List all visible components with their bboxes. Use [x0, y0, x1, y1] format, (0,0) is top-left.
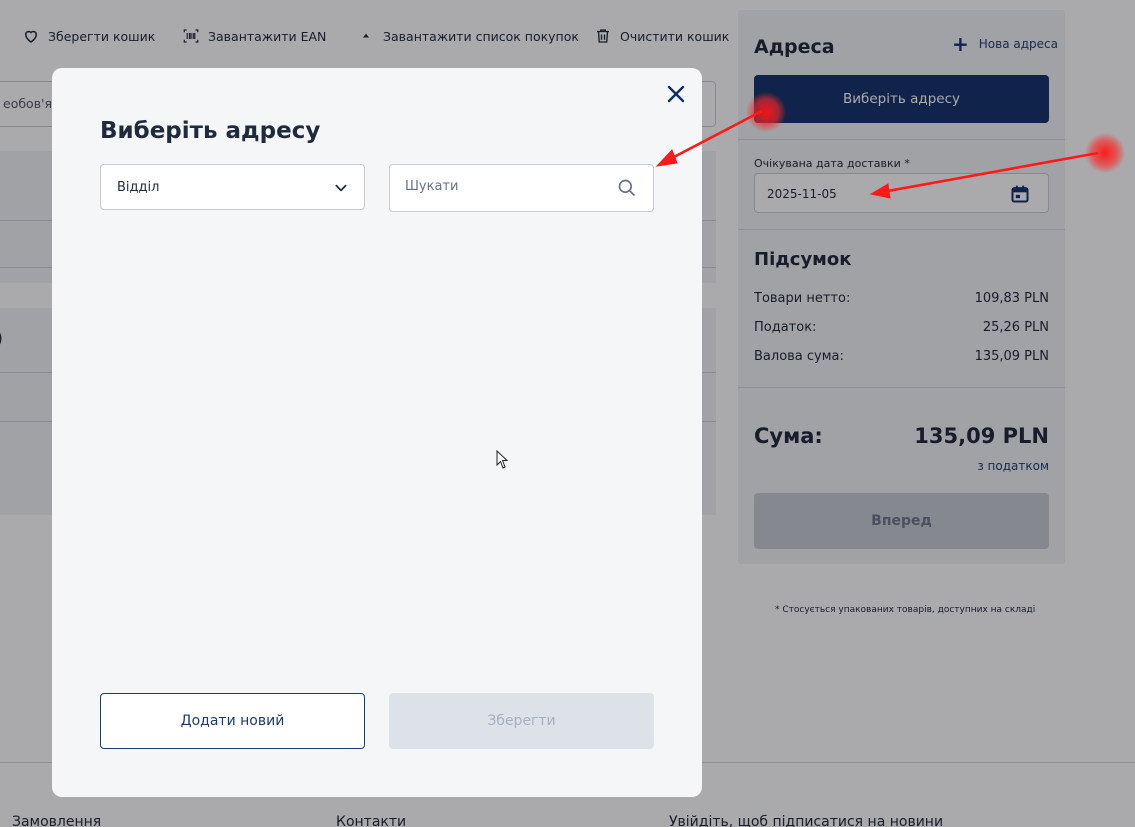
add-new-button[interactable]: Додати новий	[100, 693, 365, 749]
modal-title: Виберіть адресу	[100, 118, 321, 144]
address-modal: Виберіть адресу Відділ Додати новий Збер…	[52, 68, 702, 797]
close-icon[interactable]	[664, 82, 688, 106]
annotation-marker	[746, 92, 786, 132]
department-select[interactable]: Відділ	[100, 164, 365, 210]
department-select-value: Відділ	[117, 180, 160, 195]
mouse-cursor-icon	[496, 450, 509, 469]
search-icon[interactable]	[617, 178, 637, 198]
address-search[interactable]	[389, 164, 654, 212]
chevron-down-icon	[335, 184, 347, 192]
save-button[interactable]: Зберегти	[389, 693, 654, 749]
annotation-marker	[1085, 133, 1125, 173]
search-input[interactable]	[405, 179, 605, 194]
